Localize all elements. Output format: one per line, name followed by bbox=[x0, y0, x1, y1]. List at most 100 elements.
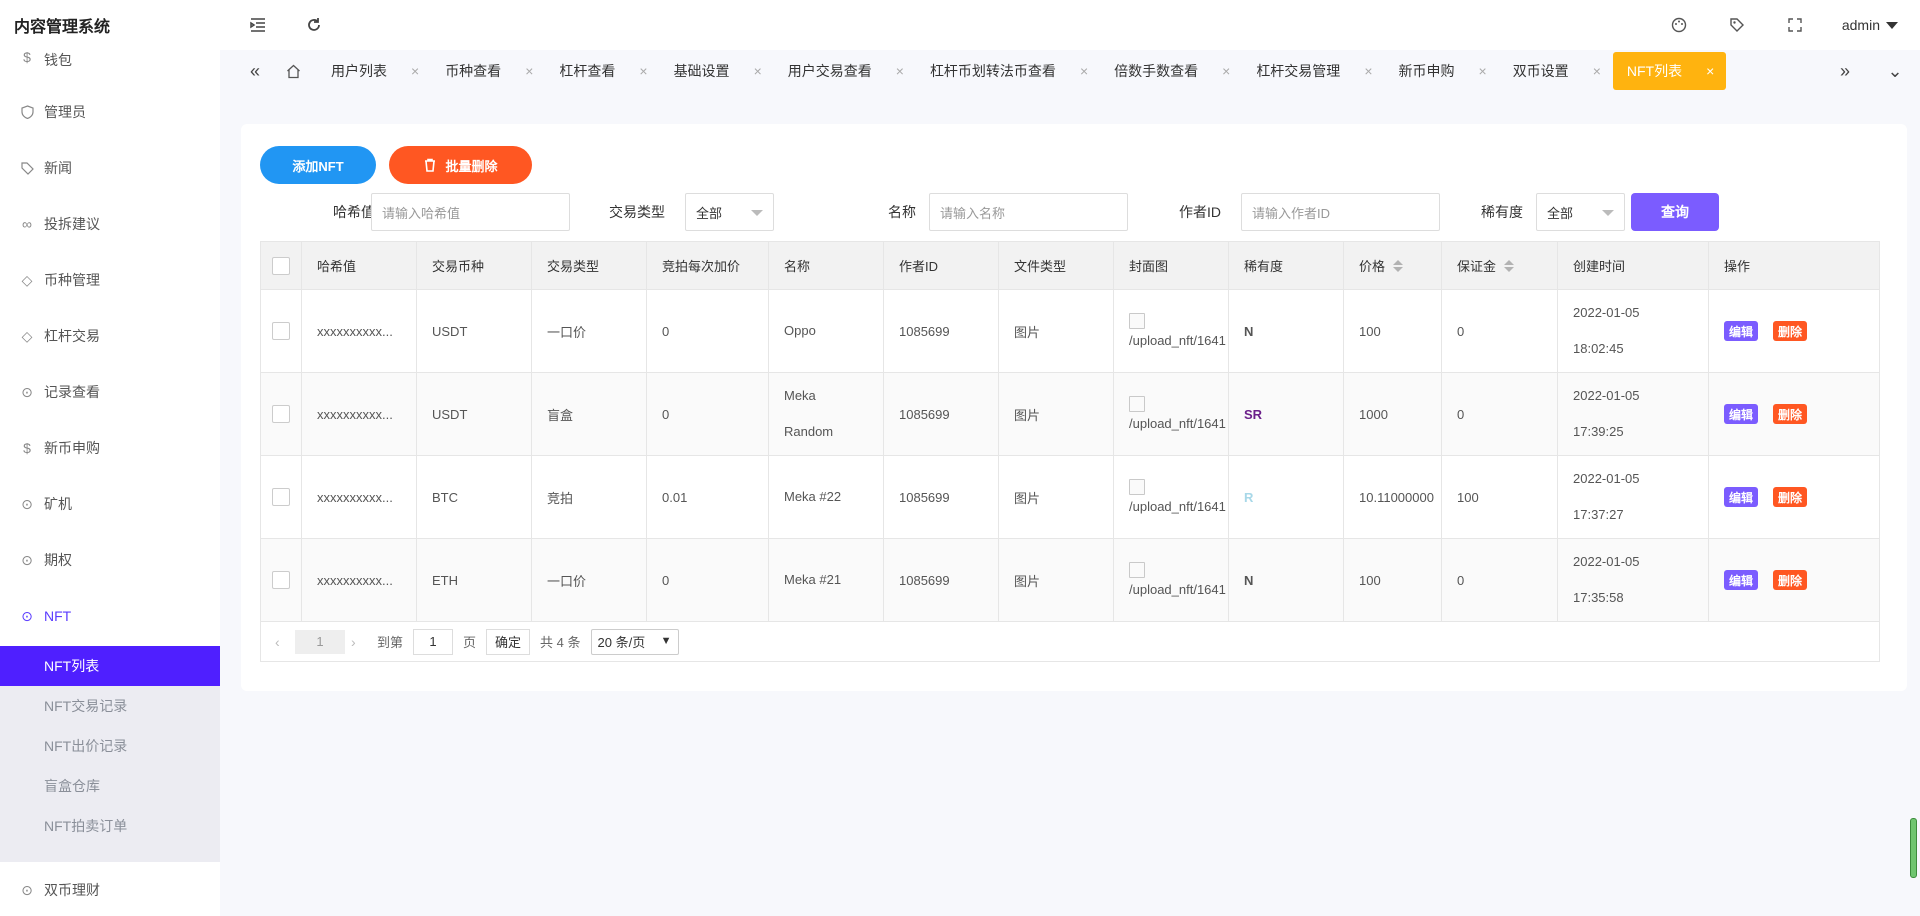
tag-icon[interactable] bbox=[1726, 14, 1748, 36]
header-deposit[interactable]: 保证金 bbox=[1441, 242, 1557, 289]
close-icon[interactable]: × bbox=[1364, 63, 1372, 79]
submenu-nft-auction-orders[interactable]: NFT拍卖订单 bbox=[0, 806, 220, 846]
header-bid-increment: 竞拍每次加价 bbox=[646, 242, 768, 289]
header-price[interactable]: 价格 bbox=[1343, 242, 1441, 289]
goto-page-input[interactable]: 1 bbox=[413, 628, 454, 655]
cell-cover: /upload_nft/1641 bbox=[1113, 539, 1228, 621]
submenu-nft-bids[interactable]: NFT出价记录 bbox=[0, 726, 220, 766]
tab-multiplier[interactable]: 倍数手数查看 × bbox=[1100, 52, 1242, 90]
close-icon[interactable]: × bbox=[411, 63, 419, 79]
edit-button[interactable]: 编辑 bbox=[1724, 487, 1759, 507]
trade-type-select[interactable]: 全部 bbox=[685, 193, 774, 231]
close-icon[interactable]: × bbox=[1080, 63, 1088, 79]
menu-fold-icon[interactable] bbox=[247, 14, 269, 36]
sidebar-item-nft[interactable]: ⊙ NFT bbox=[0, 588, 220, 644]
delete-button[interactable]: 删除 bbox=[1773, 321, 1808, 341]
tabs-scroll-left-icon[interactable]: « bbox=[240, 53, 270, 89]
submenu-blind-box[interactable]: 盲盒仓库 bbox=[0, 766, 220, 806]
refresh-icon[interactable] bbox=[303, 14, 325, 36]
cell-trade-type: 一口价 bbox=[531, 290, 646, 372]
close-icon[interactable]: × bbox=[639, 63, 647, 79]
submenu-nft-list[interactable]: NFT列表 bbox=[0, 646, 220, 686]
page-size-select[interactable]: 20 条/页 ▼ bbox=[590, 628, 679, 655]
nft-table: 哈希值 交易币种 交易类型 竞拍每次加价 名称 作者ID 文件类型 封面图 稀有… bbox=[260, 241, 1880, 662]
table-row: xxxxxxxxxx... USDT 盲盒 0 Meka Random 10856… bbox=[261, 372, 1879, 455]
sidebar-item-new-coin[interactable]: $ 新币申购 bbox=[0, 420, 220, 476]
caret-down-icon bbox=[1602, 210, 1614, 216]
palette-icon[interactable] bbox=[1668, 14, 1690, 36]
sidebar-item-options[interactable]: ⊙ 期权 bbox=[0, 532, 220, 588]
fullscreen-icon[interactable] bbox=[1784, 14, 1806, 36]
cell-created-time: 2022-01-05 17:39:25 bbox=[1557, 373, 1708, 455]
edit-button[interactable]: 编辑 bbox=[1724, 570, 1759, 590]
sort-icon[interactable] bbox=[1393, 259, 1404, 272]
close-icon[interactable]: × bbox=[1479, 63, 1487, 79]
close-icon[interactable]: × bbox=[1593, 63, 1601, 79]
tab-home[interactable] bbox=[270, 52, 317, 90]
row-checkbox[interactable] bbox=[272, 405, 290, 423]
add-nft-button[interactable]: 添加NFT bbox=[260, 146, 376, 184]
edit-button[interactable]: 编辑 bbox=[1724, 404, 1759, 424]
cell-deposit: 100 bbox=[1441, 456, 1557, 538]
sidebar-item-records[interactable]: ⊙ 记录查看 bbox=[0, 364, 220, 420]
shield-icon bbox=[20, 105, 34, 119]
close-icon[interactable]: × bbox=[754, 63, 762, 79]
edit-button[interactable]: 编辑 bbox=[1724, 321, 1759, 341]
delete-button[interactable]: 删除 bbox=[1773, 487, 1808, 507]
row-checkbox[interactable] bbox=[272, 322, 290, 340]
cell-deposit: 0 bbox=[1441, 373, 1557, 455]
tab-nft-list[interactable]: NFT列表 × bbox=[1612, 52, 1727, 90]
user-menu[interactable]: admin bbox=[1842, 17, 1898, 33]
close-icon[interactable]: × bbox=[1706, 63, 1714, 79]
author-id-input[interactable]: 请输入作者ID bbox=[1241, 193, 1440, 231]
tab-coin-view[interactable]: 币种查看 × bbox=[431, 52, 545, 90]
query-button[interactable]: 查询 bbox=[1631, 193, 1719, 231]
sidebar-item-feedback[interactable]: ∞ 投拆建议 bbox=[0, 196, 220, 252]
current-page[interactable]: 1 bbox=[295, 629, 345, 654]
close-icon[interactable]: × bbox=[525, 63, 533, 79]
sidebar-item-dual-finance[interactable]: ⊙ 双币理财 bbox=[0, 862, 220, 916]
tab-user-trades[interactable]: 用户交易查看 × bbox=[774, 52, 916, 90]
scroll-indicator[interactable] bbox=[1910, 818, 1917, 878]
hash-input[interactable]: 请输入哈希值 bbox=[371, 193, 570, 231]
sidebar-item-coin-manage[interactable]: ◇ 币种管理 bbox=[0, 252, 220, 308]
close-icon[interactable]: × bbox=[1222, 63, 1230, 79]
goto-confirm-button[interactable]: 确定 bbox=[486, 628, 531, 655]
prev-page-icon[interactable]: ‹ bbox=[275, 634, 289, 650]
tab-dual-settings[interactable]: 双币设置 × bbox=[1499, 52, 1613, 90]
name-input[interactable]: 请输入名称 bbox=[929, 193, 1128, 231]
batch-delete-button[interactable]: 批量删除 bbox=[389, 146, 532, 184]
sidebar-item-wallet[interactable]: $ 钱包 bbox=[0, 50, 220, 72]
tab-user-list[interactable]: 用户列表 × bbox=[317, 52, 431, 90]
close-icon[interactable]: × bbox=[896, 63, 904, 79]
delete-button[interactable]: 删除 bbox=[1773, 570, 1808, 590]
submenu-nft-trades[interactable]: NFT交易记录 bbox=[0, 686, 220, 726]
tab-leverage-view[interactable]: 杠杆查看 × bbox=[545, 52, 659, 90]
goto-label: 到第 bbox=[377, 635, 404, 650]
sidebar-item-leverage[interactable]: ◇ 杠杆交易 bbox=[0, 308, 220, 364]
cell-author-id: 1085699 bbox=[883, 373, 998, 455]
next-page-icon[interactable]: › bbox=[351, 634, 365, 650]
filter-bar: 哈希值 请输入哈希值 交易类型 全部 名称 请输入名称 作者ID 请输入作者ID… bbox=[260, 193, 1860, 231]
sidebar-item-miner[interactable]: ⊙ 矿机 bbox=[0, 476, 220, 532]
tab-new-coin[interactable]: 新币申购 × bbox=[1385, 52, 1499, 90]
tab-leverage-manage[interactable]: 杠杆交易管理 × bbox=[1242, 52, 1384, 90]
tabs-scroll-right-icon[interactable]: » bbox=[1830, 53, 1860, 89]
sort-icon[interactable] bbox=[1504, 259, 1515, 272]
tab-leverage-transfer[interactable]: 杠杆币划转法币查看 × bbox=[916, 52, 1100, 90]
broken-image-icon bbox=[1129, 478, 1145, 495]
select-all-checkbox[interactable] bbox=[272, 256, 290, 275]
chevron-down-icon[interactable]: ⌄ bbox=[1880, 53, 1910, 89]
tag-icon bbox=[20, 161, 34, 175]
row-checkbox[interactable] bbox=[272, 571, 290, 589]
tab-basic-settings[interactable]: 基础设置 × bbox=[660, 52, 774, 90]
rarity-badge: R bbox=[1244, 489, 1254, 505]
cell-name: Oppo bbox=[768, 290, 883, 372]
delete-button[interactable]: 删除 bbox=[1773, 404, 1808, 424]
sidebar-item-news[interactable]: 新闻 bbox=[0, 140, 220, 196]
row-checkbox[interactable] bbox=[272, 488, 290, 506]
cell-author-id: 1085699 bbox=[883, 539, 998, 621]
sidebar-item-admin[interactable]: 管理员 bbox=[0, 84, 220, 140]
rarity-select[interactable]: 全部 bbox=[1536, 193, 1625, 231]
header-trade-type: 交易类型 bbox=[531, 242, 646, 289]
